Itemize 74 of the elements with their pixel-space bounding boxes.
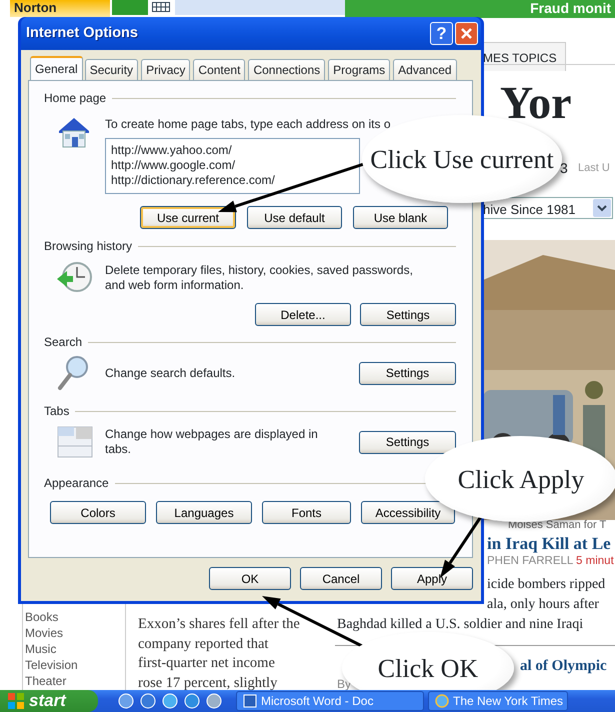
- quick-launch-icon[interactable]: [206, 693, 222, 709]
- dialog-button[interactable]: Use current: [140, 206, 236, 229]
- task-label: The New York Times: [453, 693, 564, 710]
- grid-icon: [152, 2, 170, 12]
- headline-link[interactable]: in Iraq Kill at Le: [487, 531, 611, 556]
- section-description: Change search defaults.: [105, 366, 236, 380]
- dialog-button[interactable]: OK: [209, 567, 291, 590]
- story-text: ala, only hours after: [487, 596, 599, 614]
- taskbar-task[interactable]: Microsoft Word - Doc: [236, 691, 424, 711]
- close-button[interactable]: [455, 22, 478, 45]
- dialog-button[interactable]: Settings: [359, 362, 456, 384]
- section-link[interactable]: Books: [25, 609, 125, 625]
- section-description: To create home page tabs, type each address on its o: [105, 117, 391, 132]
- section-link[interactable]: Theater: [25, 673, 125, 689]
- alert-text: Fraud monit: [530, 0, 611, 17]
- headline-link[interactable]: al of Olympic: [520, 655, 607, 678]
- section-heading: Browsing history: [44, 238, 132, 255]
- section-heading: Tabs: [44, 403, 70, 420]
- windows-logo-icon: [8, 693, 24, 709]
- section-heading: Search: [44, 334, 82, 351]
- section-heading: Appearance: [44, 475, 109, 492]
- section-link[interactable]: Music: [25, 641, 125, 657]
- dialog-button[interactable]: Delete...: [255, 303, 351, 326]
- section-description: Change how webpages are displayed in tabs.: [105, 427, 319, 457]
- toolbar-label: Norton: [10, 0, 110, 17]
- dialog-button[interactable]: Use blank: [353, 206, 448, 229]
- window-title: Internet Options: [26, 24, 139, 43]
- tab[interactable]: Connections: [248, 59, 326, 80]
- section-link[interactable]: Television: [25, 657, 125, 673]
- task-label: Microsoft Word - Doc: [261, 693, 374, 710]
- start-button[interactable]: start: [0, 690, 98, 712]
- quick-launch-icon[interactable]: [140, 693, 156, 709]
- tab[interactable]: Content: [193, 59, 246, 80]
- date-text: 3: [560, 159, 568, 178]
- story-text: Exxon’s shares fell after the: [138, 615, 301, 634]
- dialog-button[interactable]: Use default: [247, 206, 342, 229]
- url-text: http://www.google.com/: [111, 158, 236, 173]
- story-text: company reported that: [138, 634, 270, 654]
- byline: By: [337, 676, 352, 693]
- dialog-button[interactable]: Colors: [50, 501, 146, 524]
- quick-launch-icon[interactable]: [118, 693, 134, 709]
- dialog-button[interactable]: Languages: [156, 501, 252, 524]
- quick-launch-icon[interactable]: [184, 693, 200, 709]
- story-text: rose 17 percent, slightly: [138, 674, 278, 690]
- story-text: Baghdad killed a U.S. soldier and nine Iraqi: [337, 616, 584, 634]
- document-icon: [243, 694, 257, 708]
- url-textarea[interactable]: http://www.yahoo.com/ http://www.google.com/ http://dictionary.reference.com/: [105, 138, 360, 194]
- byline-time: 5 minut: [576, 555, 614, 567]
- story-text: icide bombers ripped: [487, 576, 606, 594]
- byline-author: PHEN FARRELL: [487, 555, 574, 567]
- quick-launch-icon[interactable]: [162, 693, 178, 709]
- dialog-button[interactable]: Settings: [360, 303, 456, 326]
- section-heading: Home page: [44, 90, 106, 107]
- help-button[interactable]: ?: [430, 22, 453, 45]
- dialog-button[interactable]: Apply: [391, 567, 473, 590]
- tab[interactable]: Security: [84, 59, 138, 80]
- dialog-button[interactable]: Accessibility: [361, 501, 455, 524]
- tab[interactable]: General: [30, 56, 83, 80]
- tab[interactable]: Advanced: [393, 59, 457, 80]
- dialog-button[interactable]: Fonts: [262, 501, 351, 524]
- section-description: Delete temporary files, history, cookies, saved passwords, and web form information.: [105, 263, 414, 293]
- section-link[interactable]: Movies: [25, 625, 125, 641]
- updated-text: Last U: [578, 161, 610, 176]
- globe-icon: [435, 694, 449, 708]
- site-logo: Yor: [500, 78, 572, 128]
- dialog-button[interactable]: Cancel: [300, 567, 382, 590]
- dialog-button[interactable]: Settings: [359, 430, 456, 454]
- url-text: http://www.yahoo.com/: [111, 143, 233, 158]
- close-icon: [460, 27, 473, 40]
- url-text: http://dictionary.reference.com/: [111, 173, 276, 188]
- tab[interactable]: Programs: [328, 59, 390, 80]
- tab[interactable]: Privacy: [141, 59, 190, 80]
- story-text: first-quarter net income: [138, 654, 276, 673]
- taskbar-task[interactable]: The New York Times: [428, 691, 568, 711]
